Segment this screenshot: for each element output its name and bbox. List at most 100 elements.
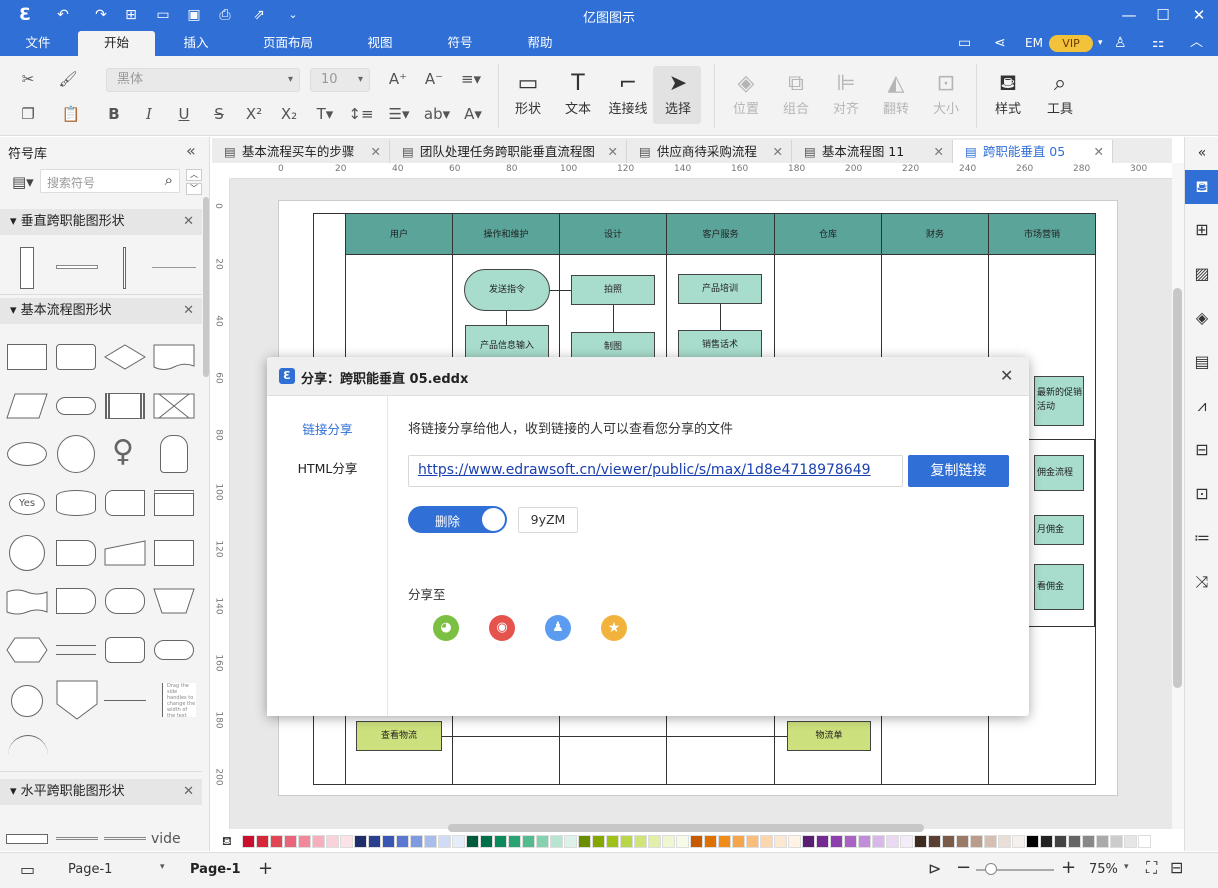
- color-swatch[interactable]: [760, 835, 773, 848]
- close-tab-icon[interactable]: ✕: [773, 140, 783, 163]
- format-icon[interactable]: ≔: [1191, 527, 1213, 549]
- scroll-up-icon[interactable]: ︿: [186, 169, 202, 181]
- color-swatch[interactable]: [634, 835, 647, 848]
- play-icon[interactable]: ⊳: [928, 859, 941, 878]
- color-swatch[interactable]: [494, 835, 507, 848]
- shape-user[interactable]: [160, 435, 188, 473]
- user-initials[interactable]: EM: [1025, 34, 1043, 52]
- shape-tool-button[interactable]: ▭ 形状: [504, 70, 552, 117]
- add-page-icon[interactable]: +: [258, 858, 273, 879]
- image-icon[interactable]: ▨: [1191, 263, 1213, 285]
- copy-link-button[interactable]: 复制链接: [908, 455, 1009, 487]
- color-swatch[interactable]: [606, 835, 619, 848]
- expand-panel-icon[interactable]: «: [1191, 142, 1213, 164]
- color-swatch[interactable]: [774, 835, 787, 848]
- share-link[interactable]: https://www.edrawsoft.cn/viewer/public/s…: [418, 462, 871, 478]
- horizontal-scroll-thumb[interactable]: [448, 824, 924, 832]
- color-swatch[interactable]: [1110, 835, 1123, 848]
- shape-manual-operation[interactable]: [153, 393, 195, 419]
- flow-box[interactable]: 物流单: [787, 721, 871, 751]
- shape-trapezoid[interactable]: [153, 588, 195, 614]
- color-swatch[interactable]: [928, 835, 941, 848]
- layers-icon[interactable]: ◈: [1191, 307, 1213, 329]
- text-case-icon[interactable]: ab▾: [422, 103, 452, 125]
- color-swatch[interactable]: [956, 835, 969, 848]
- zoom-level[interactable]: 75%: [1089, 862, 1118, 877]
- lane-header[interactable]: 用户: [345, 213, 453, 255]
- shape-arrow-connector[interactable]: [104, 700, 146, 701]
- fit-page-icon[interactable]: ⛶: [1146, 858, 1157, 878]
- page-view-icon[interactable]: ▭: [20, 860, 35, 879]
- nav-link-share[interactable]: 链接分享: [267, 419, 388, 438]
- color-swatch[interactable]: [326, 835, 339, 848]
- doc-tab-active[interactable]: ▤ 跨职能垂直 05 ✕: [953, 140, 1113, 163]
- color-swatch[interactable]: [256, 835, 269, 848]
- qq-icon[interactable]: ♟: [545, 615, 571, 641]
- color-swatch[interactable]: [914, 835, 927, 848]
- color-swatch[interactable]: [536, 835, 549, 848]
- format-painter-icon[interactable]: 🖌: [56, 68, 80, 90]
- color-swatch[interactable]: [746, 835, 759, 848]
- shape-display[interactable]: [56, 588, 96, 614]
- color-swatch[interactable]: [578, 835, 591, 848]
- increase-font-icon[interactable]: A⁺: [386, 68, 410, 90]
- scroll-thumb[interactable]: [1173, 288, 1182, 688]
- map-icon[interactable]: ⊡: [1191, 483, 1213, 505]
- close-section-icon[interactable]: ✕: [183, 779, 194, 805]
- color-swatch[interactable]: [732, 835, 745, 848]
- shape-internal-storage[interactable]: [154, 490, 194, 516]
- shuffle-icon[interactable]: ⤨: [1191, 571, 1213, 593]
- color-swatch[interactable]: [284, 835, 297, 848]
- page-dropdown-icon[interactable]: ▾: [160, 862, 165, 872]
- page-tab[interactable]: Page-1: [190, 862, 241, 877]
- color-swatch[interactable]: [844, 835, 857, 848]
- font-color-icon[interactable]: A▾: [458, 103, 488, 125]
- fill-color-icon[interactable]: ⛾: [222, 834, 232, 850]
- color-swatch[interactable]: [242, 835, 255, 848]
- color-swatch[interactable]: [270, 835, 283, 848]
- shape-terminator[interactable]: [56, 397, 96, 415]
- strikethrough-icon[interactable]: S: [207, 103, 231, 125]
- menu-file[interactable]: 文件: [14, 31, 62, 56]
- color-swatch[interactable]: [676, 835, 689, 848]
- color-swatch[interactable]: [340, 835, 353, 848]
- shape-actor[interactable]: ♀: [112, 432, 134, 472]
- section-basic-flowchart[interactable]: ▾ 基本流程图形状 ✕: [0, 298, 202, 324]
- close-tab-icon[interactable]: ✕: [934, 140, 944, 163]
- text-style-icon[interactable]: T▾: [310, 103, 340, 125]
- color-swatch[interactable]: [704, 835, 717, 848]
- apps-icon[interactable]: ⚏: [1152, 34, 1165, 52]
- tools-button[interactable]: ⌕ 工具: [1036, 70, 1084, 117]
- color-swatch[interactable]: [1040, 835, 1053, 848]
- position-button[interactable]: ◈ 位置: [722, 70, 770, 117]
- color-swatch[interactable]: [368, 835, 381, 848]
- shape-rounded-rect[interactable]: [56, 344, 96, 370]
- library-scrollbar[interactable]: [203, 197, 209, 377]
- color-swatch[interactable]: [690, 835, 703, 848]
- flow-box[interactable]: 销售话术: [678, 330, 762, 360]
- shape-ellipse[interactable]: [7, 442, 47, 466]
- color-swatch[interactable]: [550, 835, 563, 848]
- shape-vertical-pool[interactable]: [20, 247, 34, 289]
- bullet-list-icon[interactable]: ☰▾: [384, 103, 414, 125]
- shape-process[interactable]: [7, 344, 47, 370]
- share-link-field[interactable]: https://www.edrawsoft.cn/viewer/public/s…: [408, 455, 903, 487]
- lane-header[interactable]: 设计: [559, 213, 667, 255]
- zoom-dropdown-icon[interactable]: ▾: [1124, 862, 1129, 872]
- flow-box[interactable]: 产品培训: [678, 274, 762, 304]
- underline-icon[interactable]: U: [172, 103, 196, 125]
- shape-preparation[interactable]: [6, 637, 48, 663]
- wechat-icon[interactable]: ◕: [433, 615, 459, 641]
- close-tab-icon[interactable]: ✕: [608, 140, 618, 163]
- grid-icon[interactable]: ⊞: [1191, 219, 1213, 241]
- color-swatch[interactable]: [382, 835, 395, 848]
- lane-header[interactable]: 财务: [881, 213, 989, 255]
- color-swatch[interactable]: [452, 835, 465, 848]
- select-tool-button[interactable]: ➤ 选择: [654, 70, 702, 117]
- maximize-button[interactable]: ☐: [1152, 4, 1174, 26]
- delete-toggle[interactable]: 删除: [408, 506, 507, 533]
- shape-vertical-line[interactable]: [123, 247, 126, 289]
- paragraph-align-icon[interactable]: ≡▾: [456, 68, 486, 90]
- color-swatch[interactable]: [312, 835, 325, 848]
- color-swatch[interactable]: [1054, 835, 1067, 848]
